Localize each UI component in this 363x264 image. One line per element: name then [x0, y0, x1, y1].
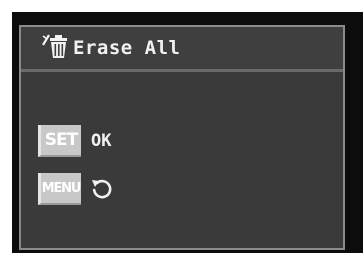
- option-ok-row[interactable]: SET OK: [38, 123, 111, 159]
- option-back-row[interactable]: MENU: [38, 171, 113, 207]
- dialog-title-bar: Erase All: [21, 27, 343, 72]
- dialog-title: Erase All: [73, 37, 181, 59]
- set-key-badge[interactable]: SET: [38, 125, 81, 157]
- return-arrow-icon: [92, 179, 112, 199]
- erase-trash-icon: [42, 34, 67, 58]
- menu-key-badge[interactable]: MENU: [38, 173, 81, 205]
- erase-all-dialog: Erase All SET OK MENU: [19, 25, 345, 250]
- ok-label: OK: [91, 131, 112, 151]
